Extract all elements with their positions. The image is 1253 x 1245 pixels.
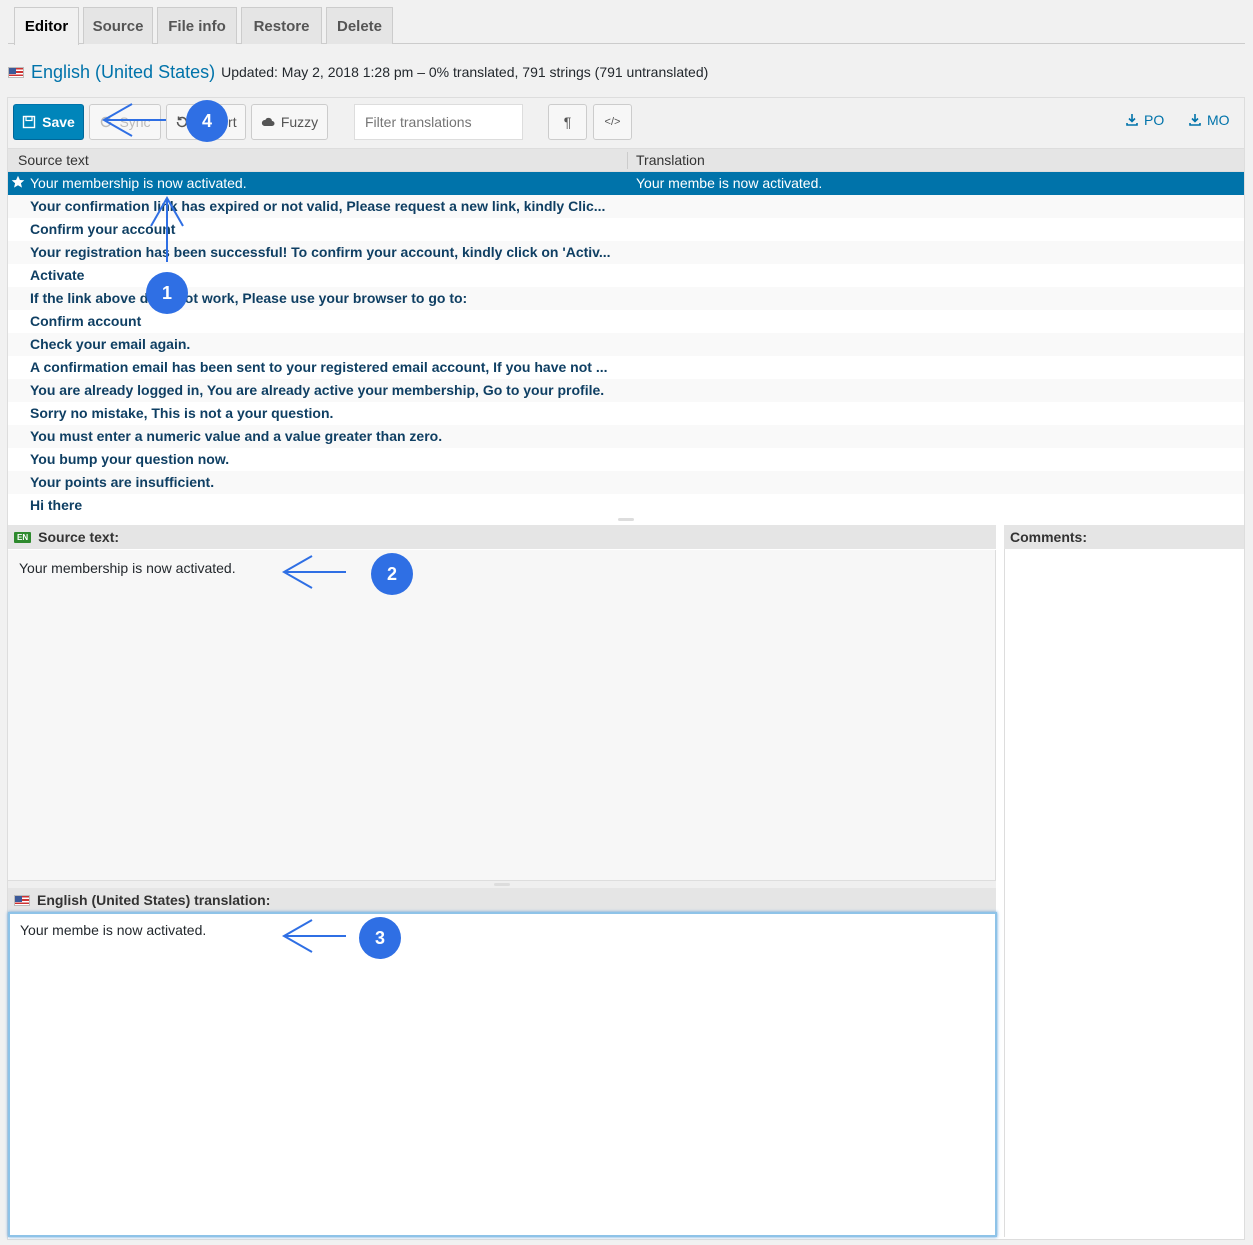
table-row[interactable]: Check your email again.: [8, 333, 1244, 356]
arrow-up-icon: [150, 195, 184, 262]
source-column-header[interactable]: Source text: [18, 152, 89, 168]
pilcrow-icon: ¶: [563, 114, 572, 130]
tab-restore[interactable]: Restore: [241, 7, 322, 44]
source-cell: A confirmation email has been sent to yo…: [30, 359, 608, 375]
toggle-code-view-button[interactable]: </>: [593, 104, 632, 140]
table-row[interactable]: Confirm account: [8, 310, 1244, 333]
source-text: Your membership is now activated.: [19, 560, 236, 576]
source-cell: Your confirmation link has expired or no…: [30, 198, 606, 214]
en-badge: EN: [14, 531, 32, 543]
tab-label: Restore: [253, 17, 310, 35]
table-row[interactable]: If the link above does not work, Please …: [8, 287, 1244, 310]
tab-label: Delete: [336, 17, 383, 35]
source-text-view: Your membership is now activated.: [8, 550, 996, 880]
source-cell: Sorry no mistake, This is not a your que…: [30, 405, 334, 421]
translation-pane-header: English (United States) translation:: [8, 888, 996, 912]
callout-badge-4: 4: [186, 100, 228, 142]
fuzzy-button[interactable]: Fuzzy: [251, 104, 328, 140]
translation-text: Your membe is now activated.: [20, 922, 207, 938]
column-divider: [627, 152, 628, 169]
file-status: Updated: May 2, 2018 1:28 pm – 0% transl…: [221, 64, 709, 80]
callout-badge-3: 3: [359, 917, 401, 959]
table-row[interactable]: Your points are insufficient.: [8, 471, 1244, 494]
mo-label: MO: [1207, 112, 1230, 128]
table-row[interactable]: Sorry no mistake, This is not a your que…: [8, 402, 1244, 425]
table-row[interactable]: You are already logged in, You are alrea…: [8, 379, 1244, 402]
source-cell: Check your email again.: [30, 336, 191, 352]
comments-pane-title: Comments:: [1010, 529, 1088, 545]
tab-label: File info: [168, 17, 226, 35]
save-label: Save: [42, 114, 75, 130]
file-header: English (United States) Updated: May 2, …: [8, 60, 708, 84]
download-icon: [1126, 114, 1138, 126]
pane-resize-handle[interactable]: [8, 880, 996, 888]
tab-bar: Editor Source File info Restore Delete: [8, 0, 1245, 45]
source-pane-title: Source text:: [38, 529, 120, 545]
source-cell: Your registration has been successful! T…: [30, 244, 611, 260]
tab-delete[interactable]: Delete: [326, 7, 393, 44]
star-icon: [11, 175, 25, 188]
fuzzy-label: Fuzzy: [280, 114, 319, 130]
callout-badge-2: 2: [371, 553, 413, 595]
floppy-icon: [22, 115, 36, 129]
arrow-left-icon: [281, 919, 346, 953]
language-title[interactable]: English (United States): [31, 62, 215, 83]
source-cell: Hi there: [30, 497, 83, 513]
source-pane-header: EN Source text:: [8, 525, 996, 549]
download-po-link[interactable]: PO: [1125, 112, 1164, 128]
us-flag-icon: [8, 66, 24, 78]
grip-icon: [494, 883, 510, 886]
table-row[interactable]: You bump your question now.: [8, 448, 1244, 471]
comments-area[interactable]: [1004, 549, 1244, 1237]
list-resize-handle[interactable]: [618, 518, 634, 521]
source-cell: Your membership is now activated.: [30, 175, 247, 191]
po-label: PO: [1144, 112, 1165, 128]
source-cell: If the link above does not work, Please …: [30, 290, 468, 306]
us-flag-icon: [14, 894, 30, 906]
download-icon: [1189, 114, 1201, 126]
tab-label: Source: [92, 17, 144, 35]
arrow-left-icon: [101, 103, 166, 137]
translation-column-header[interactable]: Translation: [636, 152, 705, 168]
arrow-left-icon: [281, 555, 346, 589]
source-cell: Your points are insufficient.: [30, 474, 215, 490]
tab-file-info[interactable]: File info: [157, 7, 237, 44]
tab-label: Editor: [24, 18, 69, 35]
table-row[interactable]: You must enter a numeric value and a val…: [8, 425, 1244, 448]
list-header: Source text Translation: [8, 149, 1244, 172]
download-mo-link[interactable]: MO: [1188, 112, 1230, 128]
source-cell: Activate: [30, 267, 85, 283]
tab-editor[interactable]: Editor: [14, 7, 79, 45]
comments-pane-header: Comments:: [1004, 525, 1244, 549]
source-cell: You are already logged in, You are alrea…: [30, 382, 605, 398]
source-cell: You bump your question now.: [30, 451, 230, 467]
table-row[interactable]: Hi there: [8, 494, 1244, 517]
translation-pane-title: English (United States) translation:: [37, 892, 271, 908]
save-button[interactable]: Save: [13, 104, 84, 140]
toggle-invisibles-button[interactable]: ¶: [548, 104, 587, 140]
source-cell: Confirm account: [30, 313, 142, 329]
filter-translations-input[interactable]: [354, 104, 523, 140]
table-row[interactable]: A confirmation email has been sent to yo…: [8, 356, 1244, 379]
translation-textarea[interactable]: Your membe is now activated.: [8, 912, 997, 1237]
cloud-icon: [261, 117, 275, 126]
source-cell: Confirm your account: [30, 221, 176, 237]
source-cell: You must enter a numeric value and a val…: [30, 428, 443, 444]
tab-source[interactable]: Source: [83, 7, 153, 44]
code-icon: </>: [604, 116, 621, 128]
translation-cell: Your membe is now activated.: [636, 175, 823, 191]
callout-badge-1: 1: [146, 272, 188, 314]
